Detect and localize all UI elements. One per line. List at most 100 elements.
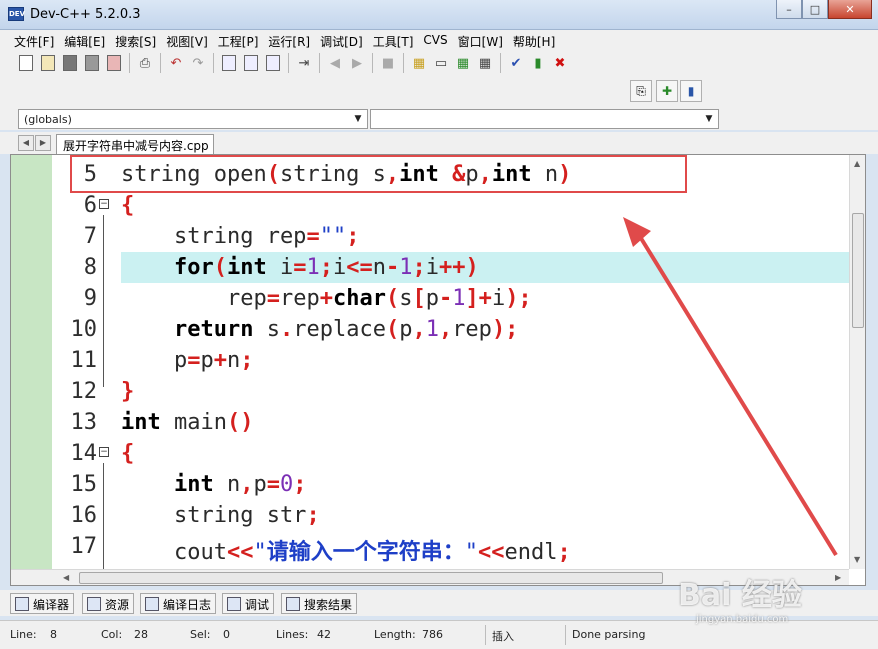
menu-window[interactable]: 窗口[W] (454, 30, 509, 50)
tab-debug[interactable]: 调试 (222, 593, 275, 614)
menu-tools[interactable]: 工具[T] (369, 30, 420, 50)
menu-file[interactable]: 文件[F] (10, 30, 60, 50)
compile-icon[interactable]: ▦ (453, 53, 473, 73)
tab-scroll-left-icon[interactable]: ◀ (18, 135, 34, 151)
menu-help[interactable]: 帮助[H] (509, 30, 561, 50)
title-bar: DEV Dev-C++ 5.2.0.3 – □ ✕ (0, 0, 878, 30)
class-browser-bar: (globals) ▼ ▼ (0, 104, 878, 130)
menu-run[interactable]: 运行[R] (264, 30, 316, 50)
toolbar-separator (213, 53, 214, 73)
status-insert-mode: 插入 (492, 630, 514, 643)
find-next-icon[interactable] (263, 53, 283, 73)
menu-view[interactable]: 视图[V] (162, 30, 214, 50)
grid-icon[interactable]: ▦ (409, 53, 429, 73)
scroll-down-icon[interactable]: ▼ (854, 555, 860, 564)
save-all-icon[interactable] (82, 53, 102, 73)
secondary-toolbar: ⎘ ✚ ▮ (0, 76, 878, 104)
stop-icon[interactable]: ■ (378, 53, 398, 73)
file-tab[interactable]: 展开字符串中减号内容.cpp (56, 134, 214, 154)
status-sel: 0 (223, 628, 230, 641)
tab-search-results-label: 搜索结果 (304, 598, 353, 612)
toolbar-separator (319, 53, 320, 73)
toolbar-separator (288, 53, 289, 73)
window-controls: – □ ✕ (776, 0, 872, 20)
status-divider (565, 625, 566, 645)
tab-compile-log[interactable]: 编译日志 (140, 593, 217, 614)
status-col: 28 (134, 628, 148, 641)
menu-project[interactable]: 工程[P] (214, 30, 265, 50)
forward-icon[interactable]: ▶ (347, 53, 367, 73)
tab-compile-log-label: 编译日志 (163, 598, 212, 612)
menu-search[interactable]: 搜索[S] (111, 30, 162, 50)
status-line-label: Line: (10, 628, 37, 641)
close-icon[interactable] (104, 53, 124, 73)
remove-from-project-icon[interactable]: ▮ (680, 80, 702, 102)
maximize-button[interactable]: □ (802, 0, 828, 19)
close-window-button[interactable]: ✕ (828, 0, 872, 19)
print-icon[interactable]: ⎙ (135, 53, 155, 73)
goto-line-icon[interactable]: ⇥ (294, 53, 314, 73)
status-lines-label: Lines: (276, 628, 309, 641)
tab-resources[interactable]: 资源 (82, 593, 135, 614)
vertical-scroll-thumb[interactable] (852, 213, 864, 328)
undo-icon[interactable]: ↶ (166, 53, 186, 73)
scroll-up-icon[interactable]: ▲ (854, 159, 860, 168)
status-message: Done parsing (572, 628, 646, 641)
menu-edit[interactable]: 编辑[E] (60, 30, 111, 50)
toolbar-separator (403, 53, 404, 73)
tab-compiler-label: 编译器 (33, 598, 70, 612)
scroll-left-icon[interactable]: ◀ (63, 573, 69, 582)
menu-bar: 文件[F] 编辑[E] 搜索[S] 视图[V] 工程[P] 运行[R] 调试[D… (0, 30, 878, 50)
delete-icon[interactable]: ✖ (550, 53, 570, 73)
chevron-down-icon: ▼ (705, 114, 713, 124)
main-toolbar: ⎙ ↶ ↷ ⇥ ◀ ▶ ■ ▦ ▭ ▦ ▦ ✔ ▮ ✖ (0, 50, 878, 76)
check-icon[interactable]: ✔ (506, 53, 526, 73)
file-tab-strip: ◀ ▶ 展开字符串中减号内容.cpp (0, 132, 878, 154)
menu-debug[interactable]: 调试[D] (316, 30, 369, 50)
toolbar-separator (129, 53, 130, 73)
minimize-button[interactable]: – (776, 0, 802, 19)
chart-icon[interactable]: ▮ (528, 53, 548, 73)
window-icon[interactable]: ▭ (431, 53, 451, 73)
menu-cvs[interactable]: CVS (419, 30, 453, 50)
chevron-down-icon: ▼ (354, 114, 362, 124)
status-divider (485, 625, 486, 645)
horizontal-scroll-thumb[interactable] (79, 572, 663, 584)
tab-compiler[interactable]: 编译器 (10, 593, 75, 614)
baidu-watermark-logo: Bai 经验 (678, 578, 802, 613)
replace-icon[interactable] (241, 53, 261, 73)
vertical-scrollbar[interactable]: ▲ ▼ (849, 155, 865, 569)
member-select[interactable]: ▼ (370, 109, 719, 129)
scroll-right-icon[interactable]: ▶ (835, 573, 841, 582)
add-to-project-icon[interactable]: ✚ (656, 80, 678, 102)
status-col-label: Col: (101, 628, 123, 641)
app-icon: DEV (8, 7, 25, 21)
compile-log-icon (145, 597, 159, 611)
debug-icon (227, 597, 241, 611)
tab-search-results[interactable]: 搜索结果 (281, 593, 358, 614)
status-lines: 42 (317, 628, 331, 641)
tab-scroll-right-icon[interactable]: ▶ (35, 135, 51, 151)
status-length: 786 (422, 628, 443, 641)
code-editor[interactable]: 5 string open(string s,int &p,int n) 6−{7 … (10, 154, 866, 586)
new-file-icon[interactable] (16, 53, 36, 73)
annotation-arrow (623, 217, 838, 557)
find-icon[interactable] (219, 53, 239, 73)
resources-icon (87, 597, 101, 611)
save-icon[interactable] (60, 53, 80, 73)
toolbar-separator (500, 53, 501, 73)
window-title: Dev-C++ 5.2.0.3 (30, 7, 141, 22)
back-icon[interactable]: ◀ (325, 53, 345, 73)
scope-select-value: (globals) (24, 113, 72, 126)
scope-select[interactable]: (globals) ▼ (18, 109, 368, 129)
compiler-icon (15, 597, 29, 611)
tab-resources-label: 资源 (105, 598, 130, 612)
new-project-icon[interactable]: ⎘ (630, 80, 652, 102)
toolbar-separator (372, 53, 373, 73)
run-icon[interactable]: ▦ (475, 53, 495, 73)
status-sel-label: Sel: (190, 628, 211, 641)
open-file-icon[interactable] (38, 53, 58, 73)
toolbar-separator (160, 53, 161, 73)
redo-icon[interactable]: ↷ (188, 53, 208, 73)
status-line: 8 (50, 628, 57, 641)
